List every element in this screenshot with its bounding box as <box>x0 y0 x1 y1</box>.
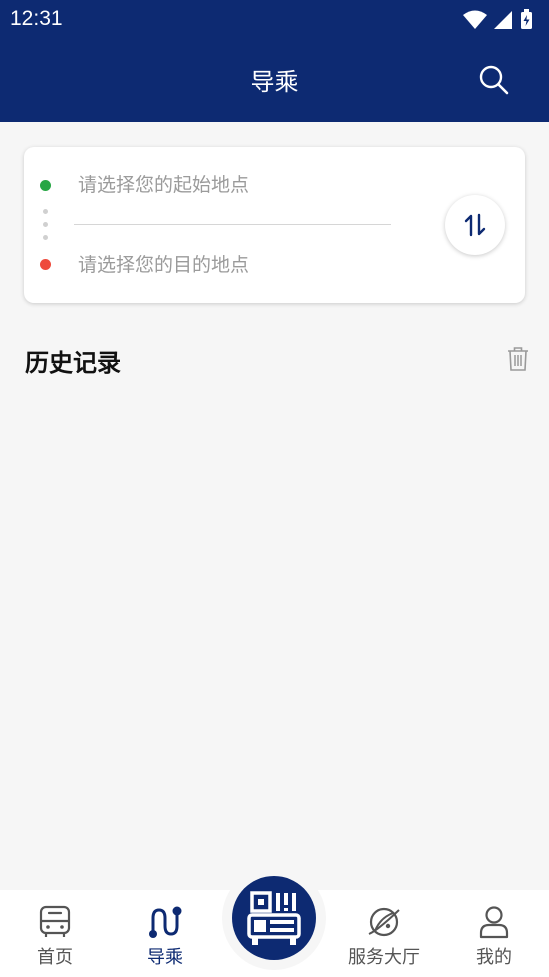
route-icon <box>149 906 182 938</box>
page-title: 导乘 <box>250 68 299 96</box>
history-title: 历史记录 <box>25 349 121 377</box>
trash-icon <box>508 347 528 371</box>
connector-dot <box>43 235 48 240</box>
tab-mine[interactable]: 我的 <box>439 890 549 977</box>
end-dot <box>40 259 51 270</box>
status-bar: 12:31 <box>0 0 549 38</box>
wifi-icon <box>463 10 487 29</box>
signal-icon <box>494 11 512 29</box>
tab-guide-label: 导乘 <box>147 947 183 968</box>
start-location-field[interactable]: 请选择您的起始地点 <box>78 173 398 197</box>
route-card: 请选择您的起始地点 请选择您的目的地点 <box>24 147 525 303</box>
swap-locations-button[interactable] <box>445 195 505 255</box>
status-time: 12:31 <box>10 7 63 30</box>
tab-home[interactable]: 首页 <box>0 890 110 977</box>
connector-dot <box>43 222 48 227</box>
tab-mine-label: 我的 <box>476 947 512 968</box>
start-dot <box>40 180 51 191</box>
system-status-icons <box>463 9 532 29</box>
app-header: 导乘 <box>0 38 549 122</box>
user-icon <box>479 906 509 939</box>
scan-ride-code-button[interactable] <box>232 876 316 960</box>
tab-guide[interactable]: 导乘 <box>110 890 220 977</box>
tab-home-label: 首页 <box>37 947 73 968</box>
clear-history-button[interactable] <box>507 346 529 372</box>
tab-service-hall[interactable]: 服务大厅 <box>329 890 439 977</box>
search-button[interactable] <box>476 62 512 98</box>
search-icon <box>479 65 509 95</box>
tab-service-hall-label: 服务大厅 <box>348 947 420 968</box>
swap-icon <box>464 213 486 237</box>
qr-bus-icon <box>247 891 301 945</box>
bus-icon <box>39 905 71 937</box>
planet-icon <box>368 907 400 937</box>
end-location-field[interactable]: 请选择您的目的地点 <box>78 253 398 277</box>
field-divider <box>74 224 391 225</box>
battery-icon <box>521 9 532 29</box>
connector-dot <box>43 209 48 214</box>
